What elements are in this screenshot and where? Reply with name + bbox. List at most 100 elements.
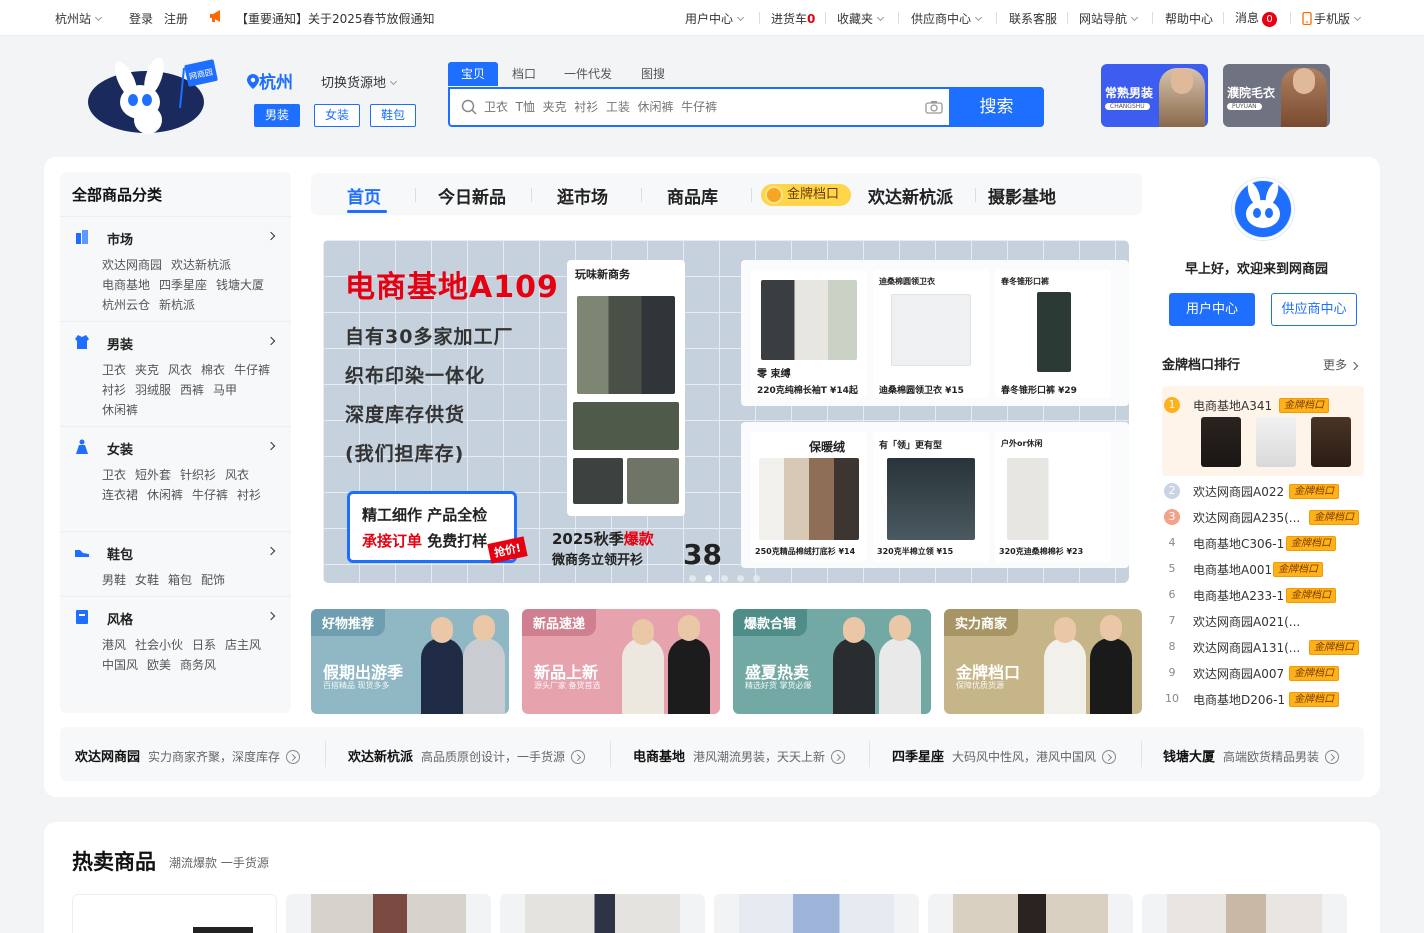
category-link[interactable]: 羽绒服 — [135, 380, 171, 400]
search-tab-items[interactable]: 宝贝 — [448, 62, 499, 86]
category-link[interactable]: 箱包 — [168, 570, 192, 590]
category-link[interactable]: 马甲 — [213, 380, 237, 400]
nav-product-library[interactable]: 商品库 — [667, 183, 718, 208]
category-link[interactable]: 牛仔裤 — [192, 485, 228, 505]
nav-markets[interactable]: 逛市场 — [557, 183, 608, 208]
product-card[interactable] — [500, 894, 705, 933]
category-link[interactable]: 欧美 — [147, 655, 171, 675]
site-logo[interactable]: 网商园 — [88, 56, 218, 138]
search-input[interactable] — [484, 97, 914, 117]
category-link[interactable]: 港风 — [102, 635, 126, 655]
category-link[interactable]: 商务风 — [180, 655, 216, 675]
category-link[interactable]: 女鞋 — [135, 570, 159, 590]
product-card[interactable] — [286, 894, 491, 933]
nav-photo-base[interactable]: 摄影基地 — [988, 183, 1056, 208]
ranking-row[interactable]: 8 欢达网商园A131(... 金牌档口 — [1162, 637, 1364, 657]
product-card[interactable] — [72, 894, 277, 933]
category-link[interactable]: 钱塘大厦 — [216, 275, 264, 295]
promo-puyuan[interactable]: 濮院毛衣 PUYUAN — [1223, 64, 1330, 127]
category-link[interactable]: 风衣 — [168, 360, 192, 380]
ranking-row[interactable]: 10 电商基地D206-1 金牌档口 — [1162, 689, 1364, 709]
gender-tab-shoes-bags[interactable]: 鞋包 — [370, 104, 417, 127]
ranking-row[interactable]: 7 欢达网商园A021(... — [1162, 611, 1364, 631]
category-link[interactable]: 卫衣 — [102, 360, 126, 380]
cart-link[interactable]: 进货车0 — [771, 10, 815, 27]
gender-tab-men[interactable]: 男装 — [254, 104, 301, 127]
promo-card-gold[interactable]: 实力商家 金牌档口 保障优质货源 — [944, 609, 1142, 714]
nav-today-new[interactable]: 今日新品 — [438, 183, 506, 208]
ranking-row[interactable]: 1 电商基地A341 金牌档口 — [1162, 395, 1364, 415]
category-link[interactable]: 休闲裤 — [147, 485, 183, 505]
promo-changshu[interactable]: 常熟男装 CHANGSHU — [1101, 64, 1208, 127]
carousel-dot[interactable] — [753, 575, 760, 582]
category-link[interactable]: 针织衫 — [180, 465, 216, 485]
product-card[interactable] — [1142, 894, 1347, 933]
ranking-more-link[interactable]: 更多 — [1323, 356, 1359, 373]
ranking-row[interactable]: 3 欢达网商园A235(... 金牌档口 — [1162, 507, 1364, 527]
ranking-row[interactable]: 2 欢达网商园A022 金牌档口 — [1162, 481, 1364, 501]
product-thumb[interactable] — [1311, 417, 1351, 467]
user-center-menu[interactable]: 用户中心 — [685, 10, 745, 27]
category-link[interactable]: 新杭派 — [159, 295, 195, 315]
search-button[interactable]: 搜索 — [949, 87, 1044, 127]
carousel-dot-active[interactable] — [705, 575, 712, 582]
category-link[interactable]: 卫衣 — [102, 465, 126, 485]
ranking-row[interactable]: 4 电商基地C306-1 金牌档口 — [1162, 533, 1364, 553]
category-link[interactable]: 牛仔裤 — [234, 360, 270, 380]
notice-link[interactable]: 【重要通知】关于2025春节放假通知 — [236, 10, 435, 27]
carousel-dot[interactable] — [737, 575, 744, 582]
product-thumb[interactable] — [1201, 417, 1241, 467]
supply-center-menu[interactable]: 供应商中心 — [911, 10, 983, 27]
category-link[interactable]: 连衣裙 — [102, 485, 138, 505]
category-link[interactable]: 社会小伙 — [135, 635, 183, 655]
category-link[interactable]: 日系 — [192, 635, 216, 655]
gender-tab-women[interactable]: 女装 — [314, 104, 361, 127]
category-link[interactable]: 夹克 — [135, 360, 159, 380]
category-link[interactable]: 短外套 — [135, 465, 171, 485]
nav-gold-stalls[interactable]: 金牌档口 — [761, 184, 851, 206]
mobile-menu[interactable]: 手机版 — [1302, 10, 1362, 27]
favorites-menu[interactable]: 收藏夹 — [837, 10, 885, 27]
ranking-row[interactable]: 9 欢达网商园A007 金牌档口 — [1162, 663, 1364, 683]
nav-home[interactable]: 首页 — [347, 183, 381, 208]
carousel-dot[interactable] — [721, 575, 728, 582]
search-tab-dropship[interactable]: 一件代发 — [564, 62, 612, 86]
hero-banner[interactable]: 电商基地A109 自有30多家加工厂 织布印染一体化 深度库存供货 (我们担库存… — [323, 240, 1129, 583]
product-thumb[interactable] — [1256, 417, 1296, 467]
help-link[interactable]: 帮助中心 — [1165, 10, 1213, 27]
category-link[interactable]: 休闲裤 — [102, 400, 138, 420]
avatar[interactable] — [1232, 178, 1294, 240]
register-link[interactable]: 注册 — [164, 10, 188, 27]
product-card[interactable] — [714, 894, 919, 933]
search-tab-stalls[interactable]: 档口 — [512, 62, 536, 86]
category-link[interactable]: 衬衫 — [237, 485, 261, 505]
category-group-shoes[interactable]: 鞋包 男鞋 女鞋 箱包 配饰 — [60, 531, 291, 596]
carousel-dot[interactable] — [689, 575, 696, 582]
city-selector[interactable]: 杭州站 — [55, 10, 103, 27]
nav-xinhangpai[interactable]: 欢达新杭派 — [868, 183, 953, 208]
category-link[interactable]: 风衣 — [225, 465, 249, 485]
service-link[interactable]: 联系客服 — [1009, 10, 1057, 27]
promo-card-new[interactable]: 新品速递 新品上新 源头厂家 备货首选 — [522, 609, 720, 714]
site-nav-menu[interactable]: 网站导航 — [1079, 10, 1139, 27]
category-link[interactable]: 中国风 — [102, 655, 138, 675]
category-link[interactable]: 杭州云仓 — [102, 295, 150, 315]
user-center-button[interactable]: 用户中心 — [1169, 293, 1255, 326]
search-tab-image[interactable]: 图搜 — [641, 62, 665, 86]
camera-icon[interactable] — [925, 100, 943, 114]
category-group-men[interactable]: 男装 卫衣 夹克 风衣 棉衣 牛仔裤衬衫 羽绒服 西裤 马甲休闲裤 — [60, 321, 291, 426]
category-group-style[interactable]: 风格 港风 社会小伙 日系 店主风中国风 欧美 商务风 — [60, 596, 291, 701]
promo-card-hot[interactable]: 爆款合辑 盛夏热卖 精选好货 掌货必爆 — [733, 609, 931, 714]
supplier-center-button[interactable]: 供应商中心 — [1271, 293, 1357, 326]
market-link[interactable]: 钱塘大厦 高端欧货精品男装 — [1163, 746, 1340, 765]
category-group-market[interactable]: 市场 欢达网商园 欢达新杭派电商基地 四季星座 钱塘大厦杭州云仓 新杭派 — [60, 216, 291, 321]
market-link[interactable]: 欢达网商园 实力商家齐聚，深度库存 — [75, 746, 301, 765]
category-group-women[interactable]: 女装 卫衣 短外套 针织衫 风衣连衣裙 休闲裤 牛仔裤 衬衫 — [60, 426, 291, 531]
switch-source-button[interactable]: 切换货源地 — [321, 72, 398, 91]
market-link[interactable]: 欢达新杭派 高品质原创设计，一手货源 — [348, 746, 586, 765]
category-link[interactable]: 店主风 — [225, 635, 261, 655]
product-card[interactable] — [928, 894, 1133, 933]
category-link[interactable]: 配饰 — [201, 570, 225, 590]
category-link[interactable]: 衬衫 — [102, 380, 126, 400]
ranking-row[interactable]: 5 电商基地A001 金牌档口 — [1162, 559, 1364, 579]
